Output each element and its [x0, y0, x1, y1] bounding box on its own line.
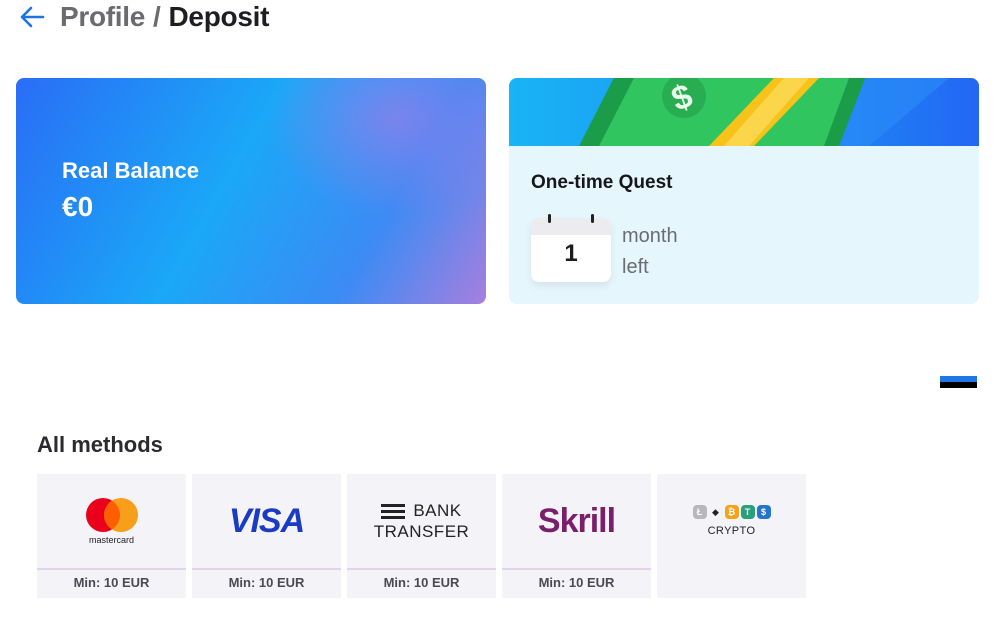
quest-banner-illustration: $ — [509, 78, 979, 146]
arrow-left-icon — [20, 6, 45, 28]
time-suffix: left — [622, 256, 649, 278]
balance-value: €0 — [62, 191, 94, 222]
mastercard-label: mastercard — [88, 535, 134, 545]
breadcrumb-profile[interactable]: Profile — [60, 1, 145, 33]
time-unit: month — [622, 225, 678, 247]
method-crypto[interactable]: Ł ◆ ₿ T $ CRYPTO — [657, 474, 806, 598]
crypto-label: CRYPTO — [707, 525, 756, 537]
tether-icon: T — [740, 505, 755, 519]
country-flag-selector[interactable] — [940, 376, 977, 394]
page-title: Deposit — [168, 1, 270, 32]
breadcrumb: Profile / Deposit — [60, 1, 269, 33]
method-mastercard[interactable]: mastercard Min: 10 EUR — [37, 474, 186, 598]
method-skrill[interactable]: Skrill Min: 10 EUR — [502, 474, 651, 598]
usdc-icon: $ — [756, 505, 771, 519]
methods-title: All methods — [37, 432, 163, 457]
breadcrumb-separator: / — [153, 1, 161, 32]
bank-menu-icon — [381, 501, 406, 522]
skrill-logo: Skrill — [537, 501, 616, 540]
page-header: Profile / Deposit — [18, 0, 269, 34]
method-bank-transfer[interactable]: BANK TRANSFER Min: 10 EUR — [347, 474, 496, 598]
balance-label: Real Balance — [62, 158, 199, 183]
calendar-number: 1 — [564, 240, 578, 267]
method-visa[interactable]: VISA Min: 10 EUR — [192, 474, 341, 598]
calendar-icon: 1 — [531, 214, 611, 282]
method-min-amount: Min: 10 EUR — [228, 575, 305, 590]
ethereum-icon: ◆ — [708, 505, 723, 519]
real-balance-card: Real Balance €0 — [16, 78, 486, 304]
money-illustration-icon: $ — [579, 78, 949, 146]
payment-methods-list: mastercard Min: 10 EUR VISA Min: 10 EUR … — [37, 474, 806, 598]
method-min-amount: Min: 10 EUR — [383, 575, 460, 590]
back-button[interactable] — [18, 3, 46, 31]
litecoin-icon: Ł — [692, 505, 707, 519]
quest-title: One-time Quest — [531, 172, 673, 193]
bitcoin-icon: ₿ — [724, 505, 739, 519]
method-min-amount: Min: 10 EUR — [538, 575, 615, 590]
visa-logo: VISA — [228, 501, 305, 540]
bank-label: BANK — [413, 501, 462, 520]
method-min-amount: Min: 10 EUR — [73, 575, 150, 590]
quest-card[interactable]: $ One-time Quest 1 month left — [509, 78, 979, 304]
mastercard-logo-icon — [85, 498, 138, 532]
transfer-label: TRANSFER — [373, 521, 470, 541]
quest-time-left: month left — [622, 221, 702, 283]
